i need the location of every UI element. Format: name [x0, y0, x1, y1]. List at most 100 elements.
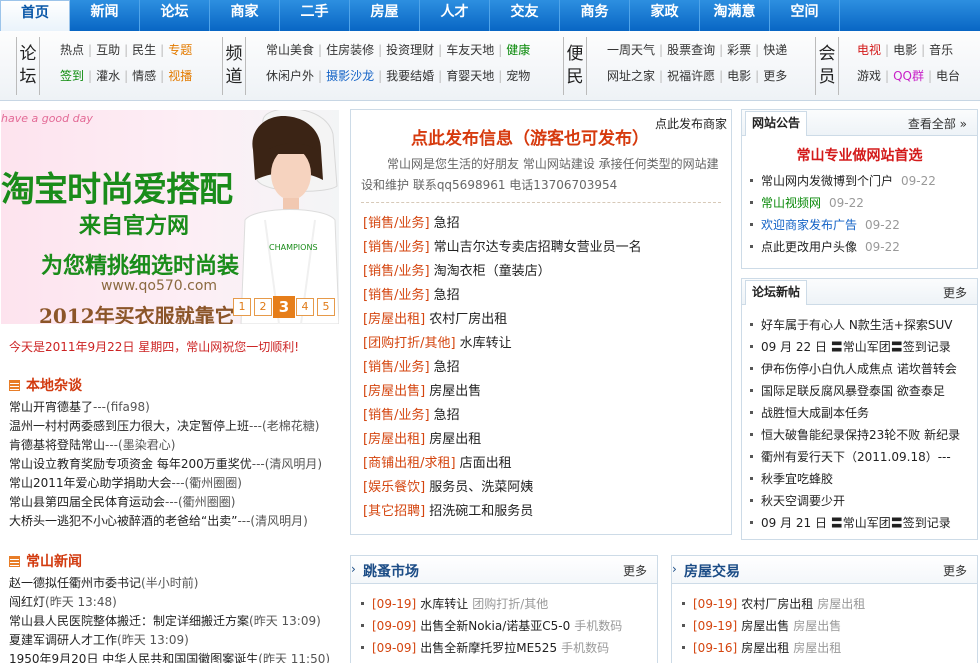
channel-link[interactable]: 住房装修 — [326, 43, 374, 57]
list-item-title[interactable]: 闯红灯 — [9, 595, 45, 609]
forum-link[interactable]: 签到 — [60, 69, 84, 83]
list-item-title[interactable]: 肯德基将登陆常山 — [9, 438, 105, 452]
ad-category[interactable]: [娱乐餐饮] — [363, 480, 425, 495]
forum-post-item[interactable]: 09 月 22 日 〓常山军团〓签到记录 — [750, 336, 972, 358]
publish-link[interactable]: 点此发布信息（游客也可发布） — [411, 124, 649, 149]
list-item[interactable]: 常山2011年爱心助学捐助大会---(衢州圈圈) — [9, 474, 339, 493]
banner-page-5[interactable]: 5 — [317, 298, 335, 316]
list-item[interactable]: 温州一村村两委感到压力很大，决定暂停上班---(老棉花糖) — [9, 417, 339, 436]
house-more-link[interactable]: 更多 — [943, 562, 967, 579]
list-item-title[interactable]: 常山2011年爱心助学捐助大会 — [9, 476, 172, 490]
market-item[interactable]: [09-19] 水库转让 团购打折/其他 — [361, 593, 651, 615]
ad-item[interactable]: [商铺出租/求租] 店面出租 — [363, 452, 725, 476]
market-item[interactable]: [09-09] 出售全新Nokia/诺基亚C5-0 手机数码 — [361, 615, 651, 637]
list-item[interactable]: 夏建军调研人才工作(昨天 13:09) — [9, 631, 339, 650]
ad-item[interactable]: [销售/业务] 急招 — [363, 404, 725, 428]
nav-item[interactable]: 家政 — [630, 0, 700, 31]
ad-category[interactable]: [其它招聘] — [363, 504, 425, 519]
member-link[interactable]: 游戏 — [857, 69, 881, 83]
nav-item[interactable]: 房屋 — [350, 0, 420, 31]
notice-item[interactable]: 欢迎商家发布广告 09-22 — [750, 214, 972, 236]
forum-post-item[interactable]: 衢州有爱行天下（2011.09.18）--- — [750, 446, 972, 468]
ad-title[interactable]: 房屋出售 — [429, 384, 481, 399]
list-item[interactable]: 常山开宵德基了---(fifa98) — [9, 398, 339, 417]
service-link[interactable]: 电影 — [727, 69, 751, 83]
nav-item[interactable]: 空间 — [770, 0, 840, 31]
list-item[interactable]: 大桥头一逃犯不小心被醉酒的老爸给“出卖”---(清风明月) — [9, 512, 339, 531]
notice-item-title[interactable]: 点此更改用户头像 — [761, 240, 857, 254]
market-item-category[interactable]: 手机数码 — [561, 641, 609, 655]
tab-notice[interactable]: 网站公告 — [745, 111, 808, 136]
list-item[interactable]: 1950年9月20日 中华人民共和国国徽图案诞生(昨天 11:50) — [9, 650, 339, 663]
nav-item[interactable]: 淘满意 — [700, 0, 770, 31]
service-link[interactable]: 更多 — [763, 69, 787, 83]
list-item[interactable]: 赵一德拟任衢州市委书记(半小时前) — [9, 574, 339, 593]
banner-page-2[interactable]: 2 — [254, 298, 272, 316]
channel-link[interactable]: 休闲户外 — [266, 69, 314, 83]
forum-post-title[interactable]: 秋季宜吃蜂胶 — [761, 472, 833, 486]
forum-post-item[interactable]: 国际足联反腐风暴登泰国 欲查泰足 — [750, 380, 972, 402]
ad-category[interactable]: [房屋出售] — [363, 384, 425, 399]
service-link[interactable]: 一周天气 — [607, 43, 655, 57]
ad-item[interactable]: [房屋出售] 房屋出售 — [363, 380, 725, 404]
ad-title[interactable]: 服务员、洗菜阿姨 — [429, 480, 533, 495]
list-item-title[interactable]: 温州一村村两委感到压力很大，决定暂停上班 — [9, 419, 249, 433]
ad-title[interactable]: 急招 — [434, 408, 460, 423]
ad-category[interactable]: [房屋出租] — [363, 312, 425, 327]
ad-item[interactable]: [房屋出租] 农村厂房出租 — [363, 308, 725, 332]
ad-item[interactable]: [娱乐餐饮] 服务员、洗菜阿姨 — [363, 476, 725, 500]
list-item[interactable]: 闯红灯(昨天 13:48) — [9, 593, 339, 612]
forum-link[interactable]: 情感 — [132, 69, 156, 83]
list-item-title[interactable]: 常山县人民医院整体搬迁：制定详细搬迁方案 — [9, 614, 249, 628]
forum-link[interactable]: 灌水 — [96, 69, 120, 83]
ad-category[interactable]: [销售/业务] — [363, 240, 430, 255]
nav-item[interactable]: 论坛 — [140, 0, 210, 31]
forum-post-title[interactable]: 衢州有爱行天下（2011.09.18）--- — [761, 450, 951, 464]
notice-item[interactable]: 点此更改用户头像 09-22 — [750, 236, 972, 258]
forum-post-title[interactable]: 09 月 22 日 〓常山军团〓签到记录 — [761, 340, 951, 354]
publish-business-link[interactable]: 点此发布商家 — [655, 115, 727, 132]
member-link[interactable]: 电影 — [893, 43, 917, 57]
member-link[interactable]: QQ群 — [893, 69, 924, 83]
channel-link[interactable]: 摄影沙龙 — [326, 69, 374, 83]
ad-category[interactable]: [销售/业务] — [363, 216, 430, 231]
forum-post-title[interactable]: 秋天空调要少开 — [761, 494, 845, 508]
banner-page-3[interactable]: 3 — [273, 296, 295, 318]
channel-link[interactable]: 健康 — [506, 43, 530, 57]
market-item[interactable]: [09-19] 农村厂房出租 房屋出租 — [682, 593, 972, 615]
list-item-title[interactable]: 常山县第四届全民体育运动会 — [9, 495, 165, 509]
service-link[interactable]: 快递 — [763, 43, 787, 57]
flea-title[interactable]: 跳蚤市场 — [363, 561, 419, 581]
nav-item[interactable]: 二手 — [280, 0, 350, 31]
forum-more-link[interactable]: 更多 — [943, 284, 967, 301]
market-item-title[interactable]: 出售全新摩托罗拉ME525 — [420, 641, 557, 655]
list-item-title[interactable]: 赵一德拟任衢州市委书记 — [9, 576, 141, 590]
market-item-category[interactable]: 房屋出租 — [793, 641, 841, 655]
member-link[interactable]: 音乐 — [929, 43, 953, 57]
market-item-title[interactable]: 水库转让 — [420, 597, 468, 611]
ad-item[interactable]: [销售/业务] 急招 — [363, 212, 725, 236]
list-item-title[interactable]: 大桥头一逃犯不小心被醉酒的老爸给“出卖” — [9, 514, 237, 528]
notice-item[interactable]: 常山网内发微博到个门户 09-22 — [750, 170, 972, 192]
ad-item[interactable]: [销售/业务] 常山吉尔达专卖店招聘女营业员一名 — [363, 236, 725, 260]
forum-link[interactable]: 民生 — [132, 43, 156, 57]
forum-post-item[interactable]: 好车属于有心人 N款生活+探索SUV — [750, 314, 972, 336]
member-link[interactable]: 电台 — [936, 69, 960, 83]
market-item-title[interactable]: 农村厂房出租 — [741, 597, 813, 611]
service-link[interactable]: 网址之家 — [607, 69, 655, 83]
channel-link[interactable]: 宠物 — [506, 69, 530, 83]
ad-title[interactable]: 急招 — [434, 360, 460, 375]
channel-link[interactable]: 投资理财 — [386, 43, 434, 57]
channel-link[interactable]: 育婴天地 — [446, 69, 494, 83]
list-item[interactable]: 常山设立教育奖励专项资金 每年200万重奖优---(清风明月) — [9, 455, 339, 474]
notice-more-link[interactable]: 查看全部 » — [908, 115, 967, 132]
channel-link[interactable]: 常山美食 — [266, 43, 314, 57]
channel-link[interactable]: 车友天地 — [446, 43, 494, 57]
ad-title[interactable]: 农村厂房出租 — [429, 312, 507, 327]
ad-item[interactable]: [团购打折/其他] 水库转让 — [363, 332, 725, 356]
tab-forum-posts[interactable]: 论坛新帖 — [745, 280, 808, 305]
ad-category[interactable]: [销售/业务] — [363, 408, 430, 423]
market-item-category[interactable]: 房屋出租 — [817, 597, 865, 611]
ad-item[interactable]: [销售/业务] 急招 — [363, 356, 725, 380]
notice-headline[interactable]: 常山专业做网站首选 — [742, 145, 977, 165]
